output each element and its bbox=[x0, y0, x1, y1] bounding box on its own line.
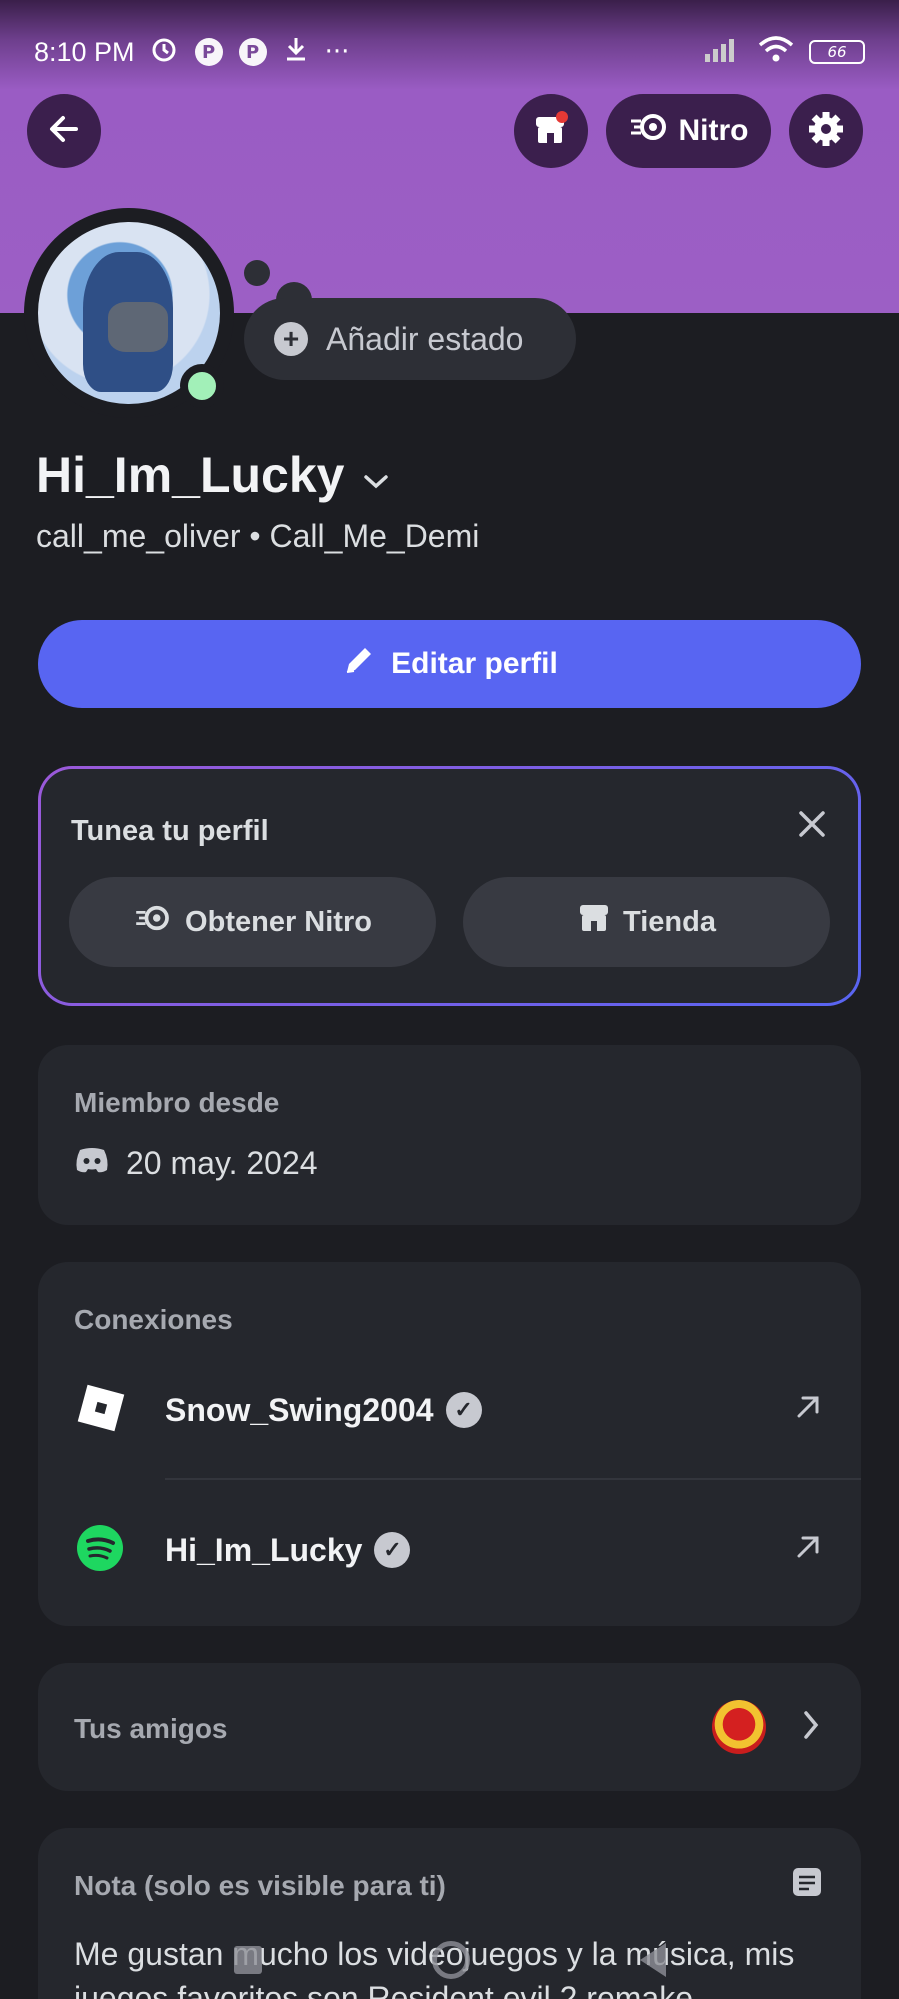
connection-name-spotify: Hi_Im_Lucky ✓ bbox=[165, 1531, 411, 1569]
pencil-icon bbox=[341, 642, 377, 686]
member-since-date: 20 may. 2024 bbox=[126, 1145, 318, 1181]
tune-profile-card: Tunea tu perfil Obtener Nitro Tienda bbox=[38, 766, 861, 1006]
gear-icon bbox=[806, 109, 846, 153]
external-link-icon[interactable] bbox=[793, 1390, 823, 1431]
connection-username: Snow_Swing2004 bbox=[165, 1391, 434, 1428]
notification-icons: P P ··· bbox=[149, 34, 350, 71]
connections-card: Conexiones Snow_Swing2004 ✓ Hi_Im_Lucky … bbox=[38, 1262, 861, 1626]
plus-circle-icon: + bbox=[274, 322, 308, 356]
settings-button[interactable] bbox=[789, 94, 863, 168]
note-icon bbox=[791, 1866, 823, 1902]
nitro-label: Nitro bbox=[678, 114, 749, 147]
shop-card-button[interactable]: Tienda bbox=[463, 877, 830, 967]
shop-button[interactable] bbox=[514, 94, 588, 168]
friends-card[interactable]: Tus amigos bbox=[38, 1663, 861, 1791]
member-since-card: Miembro desde 20 may. 2024 bbox=[38, 1045, 861, 1225]
system-status-bar: 8:10 PM P P ··· 66 bbox=[0, 0, 899, 104]
spotify-icon bbox=[76, 1524, 124, 1576]
get-nitro-button[interactable]: Obtener Nitro bbox=[69, 877, 436, 967]
edit-profile-button[interactable]: Editar perfil bbox=[38, 620, 861, 708]
usernames: call_me_oliver • Call_Me_Demi bbox=[36, 518, 480, 554]
nitro-icon bbox=[629, 112, 669, 150]
connection-row-spotify[interactable]: Hi_Im_Lucky ✓ bbox=[38, 1480, 861, 1620]
edit-profile-label: Editar perfil bbox=[391, 647, 558, 680]
connections-label: Conexiones bbox=[74, 1304, 233, 1335]
discord-icon bbox=[74, 1145, 110, 1182]
system-navigation-bar bbox=[0, 1920, 899, 1999]
shop-label: Tienda bbox=[623, 905, 716, 938]
external-link-icon[interactable] bbox=[793, 1530, 823, 1571]
shop-icon bbox=[577, 901, 611, 943]
pinterest-icon: P bbox=[194, 38, 223, 66]
add-status-button[interactable]: + Añadir estado bbox=[244, 298, 576, 380]
pinterest-icon-2: P bbox=[238, 38, 267, 66]
close-icon[interactable] bbox=[796, 807, 828, 847]
shop-icon bbox=[531, 109, 571, 153]
online-status-dot bbox=[180, 364, 224, 408]
back-button[interactable] bbox=[27, 94, 101, 168]
add-status-label: Añadir estado bbox=[326, 320, 524, 357]
member-since-label: Miembro desde bbox=[74, 1087, 280, 1118]
nitro-icon bbox=[133, 904, 173, 940]
recents-button[interactable] bbox=[233, 1945, 262, 1974]
display-name: Hi_Im_Lucky bbox=[36, 447, 345, 503]
avatar-figure-detail bbox=[108, 302, 168, 352]
more-notifications-icon: ··· bbox=[324, 37, 350, 67]
system-indicators: 66 bbox=[703, 35, 865, 70]
get-nitro-label: Obtener Nitro bbox=[185, 905, 372, 938]
alarm-icon bbox=[149, 34, 179, 71]
chevron-down-icon bbox=[362, 446, 390, 504]
friend-avatar bbox=[712, 1700, 766, 1754]
chevron-right-icon bbox=[801, 1707, 821, 1747]
signal-icon bbox=[703, 36, 743, 69]
download-icon bbox=[283, 35, 309, 70]
verified-badge-icon: ✓ bbox=[374, 1532, 411, 1568]
tune-card-title: Tunea tu perfil bbox=[71, 815, 269, 847]
home-button[interactable] bbox=[431, 1940, 470, 1979]
back-nav-button[interactable] bbox=[639, 1942, 666, 1977]
member-since-row: 20 may. 2024 bbox=[74, 1145, 318, 1182]
connection-row-roblox[interactable]: Snow_Swing2004 ✓ bbox=[38, 1340, 861, 1480]
nitro-button[interactable]: Nitro bbox=[606, 94, 771, 168]
status-time: 8:10 PM bbox=[34, 36, 135, 67]
connection-username: Hi_Im_Lucky bbox=[165, 1531, 363, 1568]
battery-icon: 66 bbox=[809, 40, 865, 64]
arrow-left-icon bbox=[46, 111, 82, 151]
display-name-row[interactable]: Hi_Im_Lucky bbox=[36, 446, 390, 504]
status-bubble-small bbox=[244, 260, 270, 286]
friends-label: Tus amigos bbox=[74, 1713, 228, 1744]
verified-badge-icon: ✓ bbox=[445, 1392, 482, 1428]
roblox-icon bbox=[76, 1383, 126, 1437]
connection-name-roblox: Snow_Swing2004 ✓ bbox=[165, 1392, 482, 1429]
wifi-icon bbox=[757, 35, 795, 70]
note-label: Nota (solo es visible para ti) bbox=[74, 1870, 446, 1901]
